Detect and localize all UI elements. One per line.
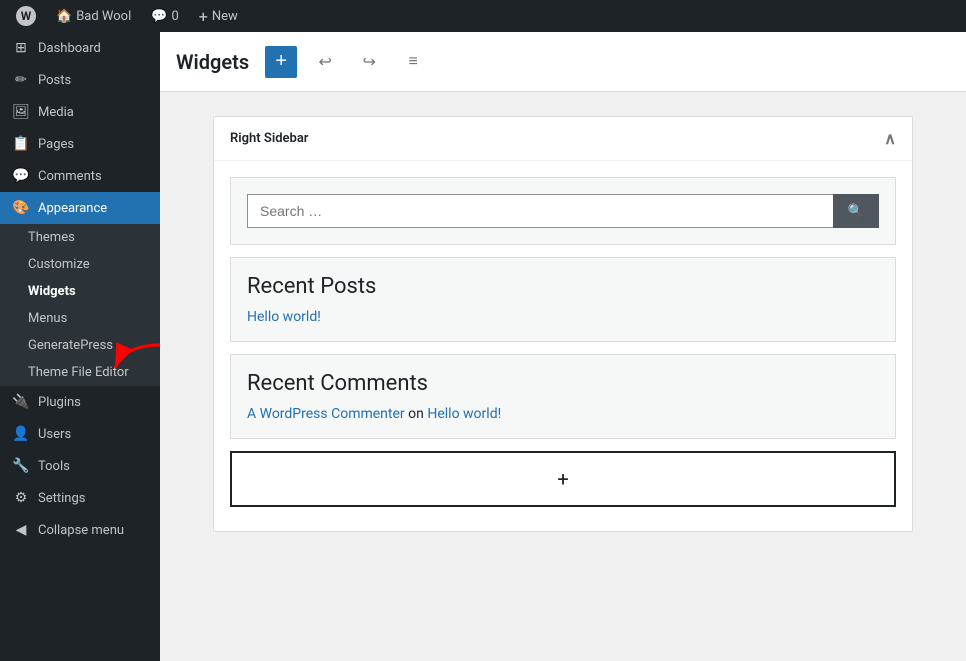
recent-posts-widget: Recent Posts Hello world!: [230, 257, 896, 342]
search-input[interactable]: [247, 194, 833, 228]
add-widget-icon: +: [557, 467, 568, 491]
sidebar-item-dashboard[interactable]: ⊞ Dashboard: [0, 32, 160, 64]
sidebar-label-tools: Tools: [38, 459, 70, 474]
sidebar-label-media: Media: [38, 105, 74, 120]
sidebar-item-plugins[interactable]: 🔌 Plugins: [0, 386, 160, 418]
sidebar-item-comments[interactable]: 💬 Comments: [0, 160, 160, 192]
search-button[interactable]: 🔍: [833, 194, 879, 228]
recent-comments-widget: Recent Comments A WordPress Commenter on…: [230, 354, 896, 439]
wp-logo-item[interactable]: W: [8, 0, 44, 32]
submenu-themes[interactable]: Themes: [0, 224, 160, 251]
sidebar-item-collapse[interactable]: ◀ Collapse menu: [0, 514, 160, 546]
new-item[interactable]: + New: [191, 0, 246, 32]
sidebar-item-users[interactable]: 👤 Users: [0, 418, 160, 450]
posts-icon: ✏: [12, 72, 30, 88]
page-title: Widgets: [176, 50, 249, 74]
site-name-label: Bad Wool: [76, 9, 131, 24]
collapse-icon: ◀: [12, 522, 30, 538]
sidebar-label-collapse: Collapse menu: [38, 523, 124, 538]
sidebar-item-posts[interactable]: ✏ Posts: [0, 64, 160, 96]
comment-text: A WordPress Commenter on Hello world!: [247, 406, 501, 422]
sidebar-item-tools[interactable]: 🔧 Tools: [0, 450, 160, 482]
media-icon: 🖼: [12, 104, 30, 120]
plus-icon: +: [199, 7, 208, 26]
admin-bar: W 🏠 Bad Wool 💬 0 + New: [0, 0, 966, 32]
widget-panel-title: Right Sidebar: [230, 131, 308, 146]
add-widget-button[interactable]: +: [230, 451, 896, 507]
options-button[interactable]: ≡: [397, 46, 429, 78]
submenu-theme-file-editor[interactable]: Theme File Editor: [0, 359, 160, 386]
comments-count: 0: [171, 9, 178, 24]
wp-logo-icon: W: [16, 6, 36, 26]
users-icon: 👤: [12, 426, 30, 442]
plugins-icon: 🔌: [12, 394, 30, 410]
recent-post-link[interactable]: Hello world!: [247, 309, 321, 325]
appearance-icon: 🎨: [12, 200, 30, 216]
comments-icon: 💬: [151, 9, 167, 24]
recent-comments-title: Recent Comments: [247, 371, 879, 396]
new-label: New: [212, 9, 238, 24]
sidebar-label-dashboard: Dashboard: [38, 41, 101, 56]
dashboard-icon: ⊞: [12, 40, 30, 56]
chevron-up-icon[interactable]: ∧: [884, 129, 896, 148]
sidebar-item-pages[interactable]: 📋 Pages: [0, 128, 160, 160]
content-area: Widgets + ↩ ↪ ≡ Right Sidebar ∧: [160, 32, 966, 661]
add-block-button[interactable]: +: [265, 46, 297, 78]
widget-panel-body: 🔍 Recent Posts Hello world! Recent Comme…: [214, 161, 912, 531]
appearance-submenu: Themes Customize Widgets Menus GenerateP…: [0, 224, 160, 386]
main-layout: ⊞ Dashboard ✏ Posts 🖼 Media 📋 Pages 💬 Co…: [0, 32, 966, 661]
comment-on-text: on: [408, 406, 427, 422]
home-icon: 🏠: [56, 9, 72, 24]
widgets-content: Right Sidebar ∧ 🔍: [160, 92, 966, 661]
sidebar-item-appearance[interactable]: 🎨 Appearance: [0, 192, 160, 224]
recent-posts-title: Recent Posts: [247, 274, 879, 299]
search-row: 🔍: [247, 194, 879, 228]
comment-author-link[interactable]: A WordPress Commenter: [247, 406, 405, 422]
search-widget: 🔍: [230, 177, 896, 245]
comments-item[interactable]: 💬 0: [143, 0, 187, 32]
sidebar-item-media[interactable]: 🖼 Media: [0, 96, 160, 128]
submenu-menus[interactable]: Menus: [0, 305, 160, 332]
widget-panel-right-sidebar: Right Sidebar ∧ 🔍: [213, 116, 913, 532]
sidebar: ⊞ Dashboard ✏ Posts 🖼 Media 📋 Pages 💬 Co…: [0, 32, 160, 661]
sidebar-label-pages: Pages: [38, 137, 74, 152]
widget-panel-header: Right Sidebar ∧: [214, 117, 912, 161]
submenu-generatepress[interactable]: GeneratePress: [0, 332, 160, 359]
comment-post-link[interactable]: Hello world!: [427, 406, 501, 422]
tools-icon: 🔧: [12, 458, 30, 474]
sidebar-label-comments: Comments: [38, 169, 102, 184]
redo-button[interactable]: ↪: [353, 46, 385, 78]
site-name-item[interactable]: 🏠 Bad Wool: [48, 0, 139, 32]
sidebar-item-settings[interactable]: ⚙ Settings: [0, 482, 160, 514]
sidebar-label-appearance: Appearance: [38, 201, 107, 216]
sidebar-label-users: Users: [38, 427, 71, 442]
undo-button[interactable]: ↩: [309, 46, 341, 78]
submenu-customize[interactable]: Customize: [0, 251, 160, 278]
sidebar-label-posts: Posts: [38, 73, 71, 88]
sidebar-label-settings: Settings: [38, 491, 85, 506]
search-icon: 🔍: [848, 203, 864, 219]
comments-nav-icon: 💬: [12, 168, 30, 184]
pages-icon: 📋: [12, 136, 30, 152]
submenu-widgets[interactable]: Widgets: [0, 278, 160, 305]
settings-icon: ⚙: [12, 490, 30, 506]
sidebar-label-plugins: Plugins: [38, 395, 81, 410]
widgets-header: Widgets + ↩ ↪ ≡: [160, 32, 966, 92]
